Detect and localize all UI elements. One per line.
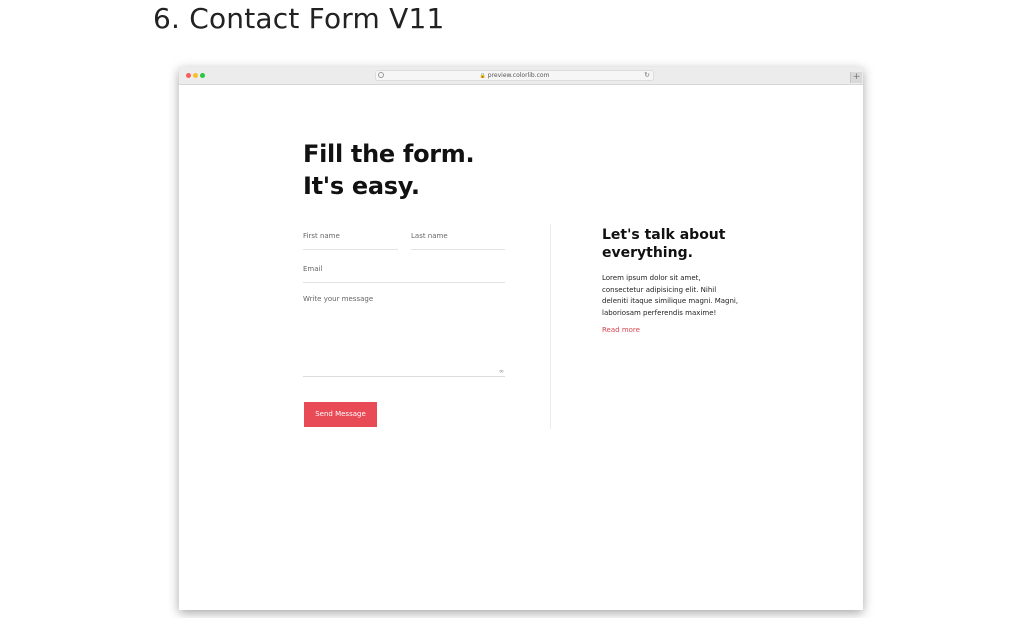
aside-description: Lorem ipsum dolor sit amet, consectetur … — [602, 274, 739, 317]
reload-icon[interactable]: ↻ — [644, 71, 650, 80]
column-divider — [550, 224, 551, 429]
plus-icon[interactable]: + — [850, 72, 862, 83]
first-name-placeholder: First name — [303, 232, 340, 240]
last-name-underline — [411, 249, 505, 250]
aside-heading: Let's talk about everything. — [602, 226, 752, 262]
last-name-placeholder: Last name — [411, 232, 448, 240]
address-bar[interactable]: 🔒 preview.colorlib.com ↻ — [375, 70, 654, 81]
read-more-link[interactable]: Read more — [602, 326, 640, 334]
message-placeholder: Write your message — [303, 295, 374, 303]
email-underline — [303, 282, 505, 283]
url-display[interactable]: 🔒 preview.colorlib.com — [376, 71, 653, 81]
first-name-underline — [303, 249, 398, 250]
message-underline — [303, 376, 505, 377]
aside-heading-line2: everything. — [602, 245, 693, 261]
window-close-button[interactable] — [186, 73, 191, 78]
resize-handle-icon[interactable]: ∞ — [499, 369, 504, 375]
page-content: Fill the form. It's easy. First name Las… — [179, 85, 863, 610]
browser-titlebar: 🔒 preview.colorlib.com ↻ + — [179, 67, 863, 85]
article-title: 6. Contact Form V11 — [153, 2, 445, 35]
window-maximize-button[interactable] — [200, 73, 205, 78]
form-heading: Fill the form. It's easy. — [303, 138, 475, 202]
browser-window: 🔒 preview.colorlib.com ↻ + Fill the form.… — [179, 67, 863, 610]
lock-icon: 🔒 — [479, 73, 486, 79]
aside-heading-line1: Let's talk about — [602, 227, 726, 243]
url-text: preview.colorlib.com — [487, 72, 550, 79]
window-minimize-button[interactable] — [193, 73, 198, 78]
form-heading-line2: It's easy. — [303, 172, 420, 200]
form-heading-line1: Fill the form. — [303, 140, 475, 168]
send-message-button[interactable]: Send Message — [304, 402, 377, 427]
email-placeholder: Email — [303, 265, 323, 273]
